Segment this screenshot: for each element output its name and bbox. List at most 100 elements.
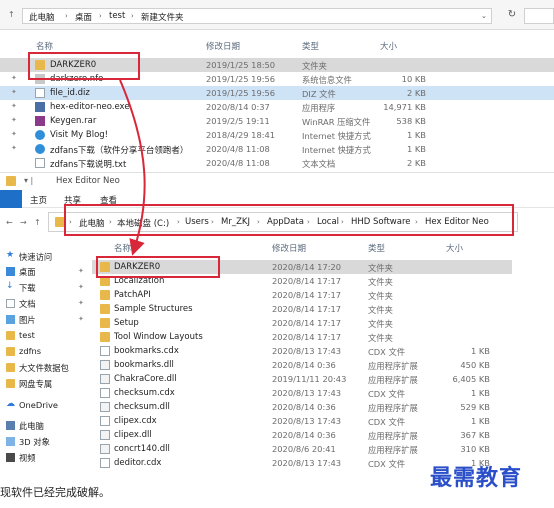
cloud-icon: ☁ (6, 399, 15, 409)
column-header-size[interactable]: 大小 (380, 40, 397, 52)
file-name: checksum.dll (114, 402, 170, 412)
column-header-date[interactable]: 修改日期 (206, 40, 240, 52)
column-header-type[interactable]: 类型 (302, 40, 319, 52)
file-row[interactable]: clipex.cdx 2020/8/13 17:43 CDX 文件 1 KB (92, 414, 512, 428)
file-row[interactable]: concrt140.dll 2020/8/6 20:41 应用程序扩展 310 … (92, 442, 512, 456)
doc-file-icon (35, 88, 45, 98)
file-row[interactable]: checksum.dll 2020/8/14 0:36 应用程序扩展 529 K… (92, 400, 512, 414)
file-row[interactable]: ✦ hex-editor-neo.exe 2020/8/14 0:37 应用程序… (0, 100, 554, 114)
window-title: Hex Editor Neo (56, 176, 120, 186)
dll-file-icon (100, 360, 110, 370)
folder-icon (6, 347, 15, 356)
nav-item-downloads[interactable]: ↓ 下载 ✦ (6, 281, 92, 295)
file-row[interactable]: zdfans下载说明.txt 2020/4/8 11:08 文本文档 2 KB (0, 156, 554, 170)
file-date: 2020/8/13 17:43 (272, 416, 342, 426)
breadcrumb-item[interactable]: 新建文件夹 (141, 11, 184, 23)
file-size: 1 KB (406, 144, 426, 154)
file-row[interactable]: ✦ zdfans下载（软件分享平台领跑者） 2020/4/8 11:08 Int… (0, 142, 554, 156)
nav-item-label: 网盘专属 (19, 379, 53, 389)
file-row[interactable]: Tool Window Layouts 2020/8/14 17:17 文件夹 (92, 330, 512, 344)
file-size: 1 KB (470, 388, 490, 398)
back-arrow-icon[interactable]: ← (6, 218, 13, 227)
file-date: 2020/8/14 0:36 (272, 402, 336, 412)
tab-home[interactable]: 主页 (30, 194, 47, 206)
pin-icon: ✦ (11, 130, 17, 138)
file-row[interactable]: PatchAPI 2020/8/14 17:17 文件夹 (92, 288, 512, 302)
nav-item-videos[interactable]: 视频 (6, 451, 92, 465)
nav-item-quick-access[interactable]: ★ 快速访问 (6, 250, 92, 264)
nav-item-label: OneDrive (19, 400, 59, 410)
breadcrumb-item[interactable]: 此电脑 (29, 11, 55, 23)
file-type: CDX 文件 (368, 459, 406, 469)
file-date: 2019/1/25 19:56 (206, 88, 276, 98)
breadcrumb-item[interactable]: 桌面 (75, 11, 92, 23)
nav-item-test[interactable]: test (6, 329, 92, 343)
nav-item-3d-objects[interactable]: 3D 对象 (6, 435, 92, 449)
file-type: 应用程序 (302, 103, 336, 113)
file-size: 10 KB (401, 74, 426, 84)
file-row[interactable]: Sample Structures 2020/8/14 17:17 文件夹 (92, 302, 512, 316)
file-row[interactable]: clipex.dll 2020/8/14 0:36 应用程序扩展 367 KB (92, 428, 512, 442)
file-row[interactable]: Setup 2020/8/14 17:17 文件夹 (92, 316, 512, 330)
file-type: CDX 文件 (368, 389, 406, 399)
refresh-icon[interactable]: ↻ (505, 9, 519, 23)
pin-icon: ✦ (11, 88, 17, 96)
nav-item-documents[interactable]: 文档 ✦ (6, 297, 92, 311)
file-date: 2020/8/14 17:17 (272, 318, 342, 328)
cube-icon (6, 437, 15, 446)
nav-item-desktop[interactable]: 桌面 ✦ (6, 265, 92, 279)
pin-icon: ✦ (11, 74, 17, 82)
file-name: Tool Window Layouts (114, 332, 203, 342)
file-row[interactable]: ✦ Visit My Blog! 2018/4/29 18:41 Interne… (0, 128, 554, 142)
folder-icon (100, 332, 110, 342)
file-row[interactable]: ChakraCore.dll 2019/11/11 20:43 应用程序扩展 6… (92, 372, 512, 386)
file-size: 1 KB (470, 346, 490, 356)
doc-file-icon (100, 458, 110, 468)
brand-logo: 最需教育 (430, 465, 523, 491)
download-icon: ↓ (6, 281, 14, 291)
nav-item-this-pc[interactable]: 此电脑 (6, 419, 92, 433)
folder-icon (6, 176, 16, 186)
file-date: 2020/8/13 17:43 (272, 458, 342, 468)
file-date: 2020/8/6 20:41 (272, 444, 336, 454)
file-name: clipex.cdx (114, 416, 157, 426)
file-tab[interactable] (0, 190, 22, 208)
highlight-box-source (28, 52, 140, 80)
file-row[interactable]: bookmarks.dll 2020/8/14 0:36 应用程序扩展 450 … (92, 358, 512, 372)
file-date: 2020/8/14 0:36 (272, 430, 336, 440)
nav-item-zdfns[interactable]: zdfns (6, 345, 92, 359)
file-size: 6,405 KB (452, 374, 490, 384)
file-row[interactable]: checksum.cdx 2020/8/13 17:43 CDX 文件 1 KB (92, 386, 512, 400)
nav-item-onedrive[interactable]: ☁ OneDrive (6, 399, 92, 413)
nav-item-pictures[interactable]: 图片 ✦ (6, 313, 92, 327)
breadcrumb-separator-icon: › (131, 12, 134, 20)
file-date: 2020/4/8 11:08 (206, 144, 270, 154)
nav-item-label: zdfns (19, 346, 42, 356)
up-arrow-icon[interactable]: ↑ (34, 218, 41, 227)
nav-item-label: 桌面 (19, 267, 36, 277)
file-size: 14,971 KB (383, 102, 426, 112)
chevron-down-icon[interactable]: ⌄ (481, 12, 487, 20)
column-header-name[interactable]: 名称 (36, 40, 53, 52)
file-name: ChakraCore.dll (114, 374, 177, 384)
navigation-pane: ★ 快速访问 桌面 ✦ ↓ 下载 ✦ 文档 ✦ 图片 ✦ test zdfns … (0, 240, 92, 480)
nav-item-data-package[interactable]: 大文件数据包 (6, 361, 92, 375)
file-name: bookmarks.dll (114, 360, 174, 370)
file-row[interactable]: ✦ file_id.diz 2019/1/25 19:56 DIZ 文件 2 K… (0, 86, 554, 100)
top-address-bar[interactable]: 此电脑 › 桌面 › test › 新建文件夹 ⌄ (22, 8, 492, 24)
quick-access-toolbar-icon[interactable]: ▾ | (24, 176, 33, 185)
forward-arrow-icon[interactable]: → (20, 218, 27, 227)
up-arrow-icon[interactable]: ↑ (8, 10, 15, 19)
file-type: 系统信息文件 (302, 75, 352, 85)
file-row[interactable]: bookmarks.cdx 2020/8/13 17:43 CDX 文件 1 K… (92, 344, 512, 358)
pin-icon: ✦ (78, 315, 84, 323)
file-row[interactable]: ✦ Keygen.rar 2019/2/5 19:11 WinRAR 压缩文件 … (0, 114, 554, 128)
video-icon (6, 453, 15, 462)
file-size: 538 KB (396, 116, 426, 126)
url-file-icon (35, 130, 45, 140)
doc-file-icon (35, 158, 45, 168)
breadcrumb-item[interactable]: test (109, 11, 125, 21)
file-date: 2020/4/8 11:08 (206, 158, 270, 168)
nav-item-netdisk[interactable]: 网盘专属 (6, 377, 92, 391)
search-input[interactable] (524, 8, 554, 24)
